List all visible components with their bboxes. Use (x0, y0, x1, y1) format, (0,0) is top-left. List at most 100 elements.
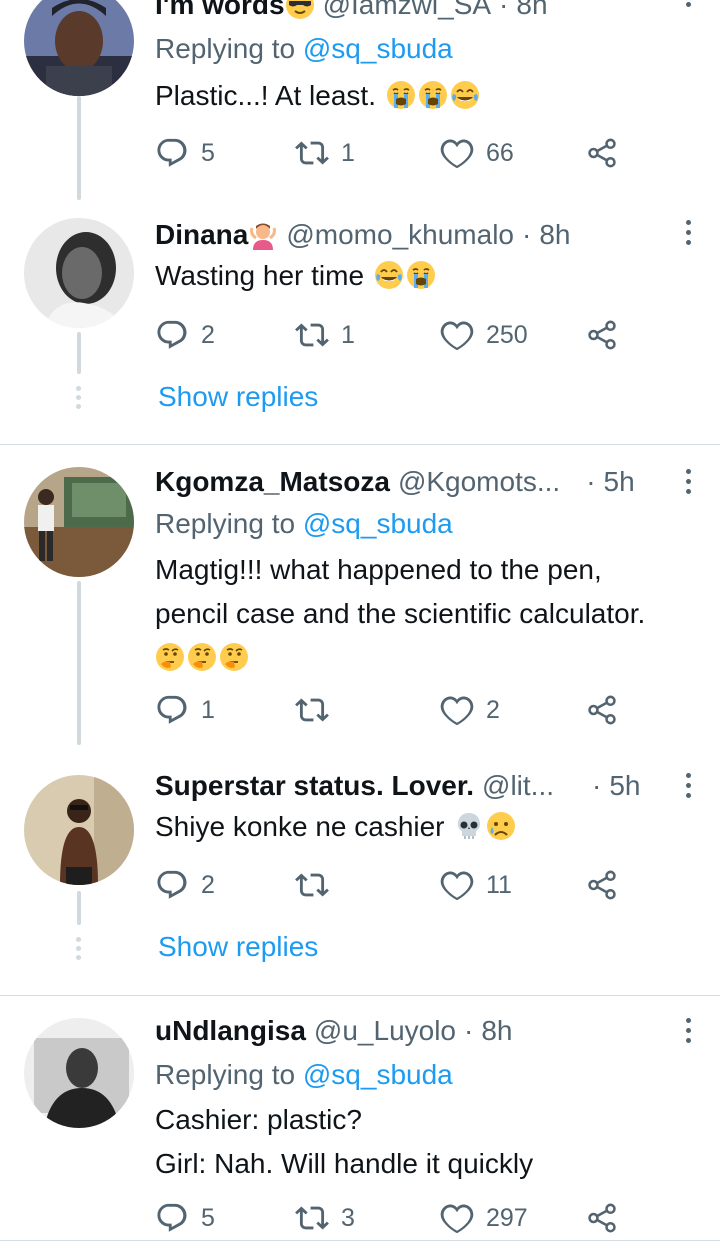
tweet[interactable]: Dinana @momo_khumalo · 8h Wasting her ti… (0, 200, 720, 445)
loudly-crying-face-icon (406, 260, 436, 290)
retweet-count: 1 (341, 320, 355, 349)
user-handle[interactable]: @lit... (482, 769, 554, 803)
retweet-button[interactable]: 3 (295, 1198, 355, 1238)
share-icon (585, 136, 619, 170)
replying-to-link[interactable]: @sq_sbuda (303, 1059, 453, 1090)
reply-button[interactable]: 1 (155, 690, 215, 730)
reply-button[interactable]: 5 (155, 133, 215, 173)
divider (0, 1240, 720, 1241)
crying-face-icon (486, 811, 516, 841)
replying-to: Replying to @sq_sbuda (155, 1058, 453, 1092)
tweet-header: Dinana @momo_khumalo · 8h (155, 218, 680, 252)
replying-to-label: Replying to (155, 1059, 296, 1090)
thread-dots (76, 386, 82, 413)
display-name[interactable]: Kgomza_Matsoza (155, 465, 390, 499)
like-count: 66 (486, 138, 514, 167)
tweet-text-line: Girl: Nah. Will handle it quickly (155, 1148, 534, 1179)
user-handle[interactable]: @Iamzwi_SA (323, 0, 491, 22)
like-button[interactable]: 2 (440, 690, 500, 730)
tweet-text: Wasting her time (155, 254, 700, 298)
reply-icon (155, 868, 189, 902)
share-icon (585, 693, 619, 727)
retweet-button[interactable]: 1 (295, 133, 355, 173)
share-icon (585, 318, 619, 352)
display-name[interactable]: I'm words (155, 0, 285, 22)
retweet-icon (295, 136, 329, 170)
replying-to: Replying to @sq_sbuda (155, 507, 453, 541)
tweet-text-content: Shiye konke ne cashier (155, 811, 445, 842)
avatar[interactable] (24, 467, 134, 577)
more-options-icon[interactable] (686, 220, 694, 250)
display-name[interactable]: Dinana (155, 218, 248, 252)
reply-button[interactable]: 2 (155, 315, 215, 355)
user-handle[interactable]: @Kgomots... (398, 465, 560, 499)
tweet[interactable]: I'm words @Iamzwi_SA · 8h Replying to @s… (0, 0, 720, 200)
thread-line (77, 891, 81, 925)
sunglasses-emoji-icon (285, 0, 315, 20)
reply-count: 5 (201, 138, 215, 167)
more-options-icon[interactable] (686, 773, 694, 803)
tweet[interactable]: uNdlangisa @u_Luyolo · 8h Replying to @s… (0, 996, 720, 1252)
more-options-icon[interactable] (686, 1018, 694, 1048)
show-replies-link[interactable]: Show replies (158, 381, 318, 413)
avatar[interactable] (24, 218, 134, 328)
tweet-text: Magtig!!! what happened to the pen, penc… (155, 548, 700, 680)
like-button[interactable]: 250 (440, 315, 528, 355)
tweet-text-line: Cashier: plastic? (155, 1104, 362, 1135)
heart-icon (440, 136, 474, 170)
share-button[interactable] (585, 1198, 619, 1238)
separator-dot: · (464, 1015, 474, 1046)
reply-button[interactable]: 5 (155, 1198, 215, 1238)
retweet-icon (295, 318, 329, 352)
user-handle[interactable]: @u_Luyolo (314, 1014, 456, 1048)
tweet[interactable]: Superstar status. Lover. @lit... · 5h Sh… (0, 745, 720, 995)
retweet-button[interactable]: 1 (295, 315, 355, 355)
more-options-icon[interactable] (686, 469, 694, 499)
reply-count: 5 (201, 1203, 215, 1232)
tweet[interactable]: Kgomza_Matsoza @Kgomots... · 5h Replying… (0, 445, 720, 745)
tweet-header: Superstar status. Lover. @lit... · 5h (155, 769, 680, 803)
user-handle[interactable]: @momo_khumalo (286, 218, 514, 252)
show-replies-link[interactable]: Show replies (158, 931, 318, 963)
timestamp[interactable]: 8h (539, 218, 570, 252)
separator-dot: · (586, 466, 596, 497)
retweet-icon (295, 1201, 329, 1235)
like-button[interactable]: 66 (440, 133, 514, 173)
thinking-face-icon (219, 642, 249, 672)
share-button[interactable] (585, 865, 619, 905)
tweet-actions: 2 1 250 (155, 315, 635, 355)
like-button[interactable]: 297 (440, 1198, 528, 1238)
like-count: 297 (486, 1203, 528, 1232)
reply-icon (155, 693, 189, 727)
heart-icon (440, 868, 474, 902)
like-button[interactable]: 11 (440, 865, 512, 905)
tweet-text: Shiye konke ne cashier (155, 805, 700, 849)
avatar[interactable] (24, 0, 134, 96)
replying-to-link[interactable]: @sq_sbuda (303, 508, 453, 539)
share-button[interactable] (585, 690, 619, 730)
timestamp[interactable]: 5h (604, 465, 635, 499)
face-with-tears-of-joy-icon (450, 80, 480, 110)
heart-icon (440, 693, 474, 727)
avatar[interactable] (24, 1018, 134, 1128)
display-name[interactable]: uNdlangisa (155, 1014, 306, 1048)
avatar[interactable] (24, 775, 134, 885)
like-count: 2 (486, 695, 500, 724)
like-count: 250 (486, 320, 528, 349)
timestamp[interactable]: 5h (609, 769, 640, 803)
reply-count: 2 (201, 320, 215, 349)
reply-count: 2 (201, 870, 215, 899)
share-button[interactable] (585, 315, 619, 355)
timestamp[interactable]: 8h (516, 0, 547, 22)
timestamp[interactable]: 8h (481, 1014, 512, 1048)
replying-to-link[interactable]: @sq_sbuda (303, 33, 453, 64)
retweet-button[interactable] (295, 690, 341, 730)
replying-to-label: Replying to (155, 508, 296, 539)
reply-icon (155, 1201, 189, 1235)
replying-to: Replying to @sq_sbuda (155, 32, 453, 66)
more-options-icon[interactable] (686, 0, 694, 12)
retweet-button[interactable] (295, 865, 341, 905)
display-name[interactable]: Superstar status. Lover. (155, 769, 474, 803)
share-button[interactable] (585, 133, 619, 173)
reply-button[interactable]: 2 (155, 865, 215, 905)
